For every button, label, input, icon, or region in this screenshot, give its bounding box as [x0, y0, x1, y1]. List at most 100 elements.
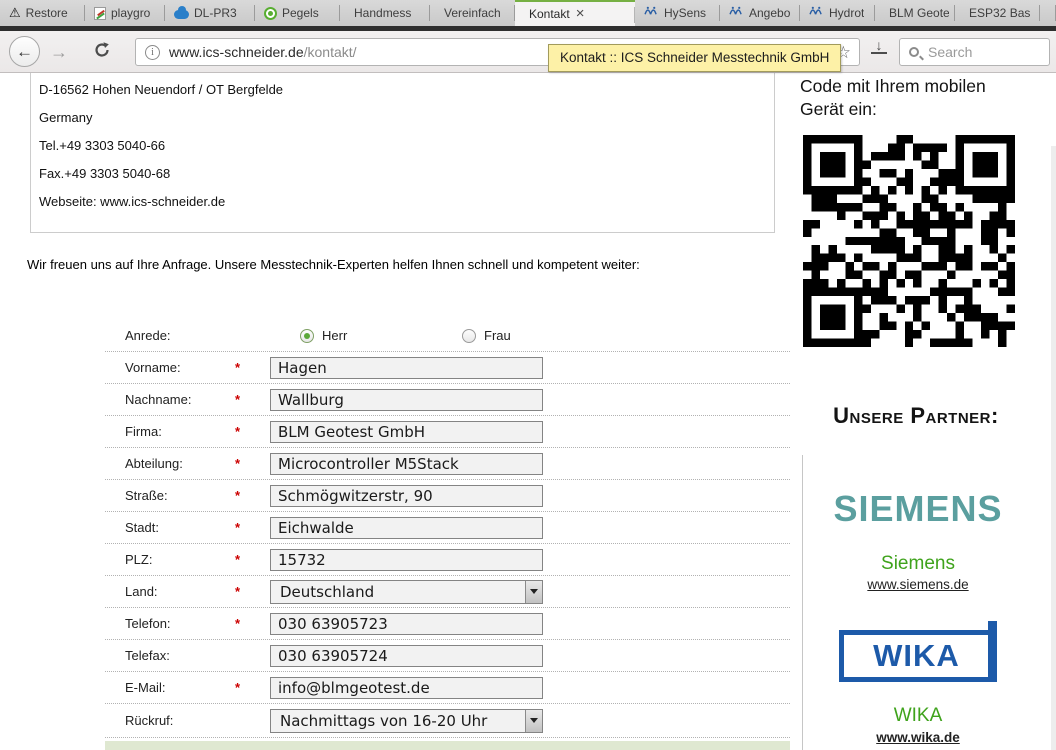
navigation-toolbar: ← → i www.ics-schneider.de/kontakt/ ☆ ↓ …: [0, 31, 1056, 73]
tab-label: Kontakt: [529, 7, 570, 21]
forward-arrow-icon: →: [50, 42, 68, 62]
form-footer-bar: [105, 741, 790, 750]
wika-logo-text: WIKA: [873, 638, 960, 674]
contact-info-box: D-16562 Hohen Neuendorf / OT Bergfelde G…: [30, 73, 775, 233]
tab-hysens[interactable]: HySens: [635, 0, 720, 26]
tab-label: ESP32 Bas: [969, 6, 1030, 20]
field-label: Straße:: [105, 488, 235, 503]
form-row-telefon: Telefon: *: [105, 608, 790, 640]
tab-angebo[interactable]: Angebo: [720, 0, 800, 26]
field-label: Telefax:: [105, 648, 235, 663]
tab-label: Restore: [26, 6, 68, 20]
back-button[interactable]: ←: [9, 36, 40, 67]
siemens-link[interactable]: Siemens: [803, 553, 1033, 575]
abteilung-field[interactable]: [270, 453, 543, 475]
url-path: /kontakt/: [304, 44, 357, 60]
qr-instruction-text: Code mit Ihrem mobilen Gerät ein:: [800, 75, 1010, 121]
tab-hydrot[interactable]: Hydrot: [800, 0, 875, 26]
ics-logo-icon: [729, 4, 744, 22]
required-marker: *: [235, 552, 270, 567]
field-label: Nachname:: [105, 392, 235, 407]
radio-herr-group[interactable]: Herr: [300, 328, 347, 343]
form-row-plz: PLZ: *: [105, 544, 790, 576]
tab-blm-geotest[interactable]: BLM Geote: [875, 0, 955, 26]
vertical-scrollbar[interactable]: [1051, 146, 1056, 750]
tab-label: Handmess: [354, 6, 411, 20]
radio-frau[interactable]: [462, 329, 476, 343]
required-marker: *: [235, 584, 270, 599]
firma-field[interactable]: [270, 421, 543, 443]
search-placeholder: Search: [928, 44, 972, 60]
radio-frau-group[interactable]: Frau: [462, 328, 511, 343]
tab-esp32[interactable]: ESP32 Bas: [955, 0, 1040, 26]
tab-close-icon[interactable]: ×: [576, 7, 585, 21]
reload-icon: [92, 40, 112, 60]
nachname-field[interactable]: [270, 389, 543, 411]
required-marker: *: [235, 520, 270, 535]
field-label: Anrede:: [105, 328, 235, 343]
qr-code: [803, 135, 1015, 347]
tab-pegels[interactable]: Pegels: [255, 0, 340, 26]
tab-label: DL-PR3: [194, 6, 237, 20]
tab-tooltip: Kontakt :: ICS Schneider Messtechnik Gmb…: [548, 44, 841, 72]
search-box[interactable]: Search: [899, 38, 1050, 66]
radio-frau-label: Frau: [484, 328, 511, 343]
tab-label: Hydrot: [829, 6, 864, 20]
contact-form: Anrede: Herr Frau Vorname: * Nachname:: [105, 320, 790, 750]
wika-logo[interactable]: WIKA: [839, 630, 994, 682]
tab-label: Angebo: [749, 6, 790, 20]
siemens-url-link[interactable]: www.siemens.de: [803, 577, 1033, 592]
wika-url-link[interactable]: www.wika.de: [803, 730, 1033, 745]
tab-dl-pr3[interactable]: DL-PR3: [165, 0, 255, 26]
land-select[interactable]: Deutschland: [270, 580, 543, 604]
telefax-field[interactable]: [270, 645, 543, 667]
rueckruf-select-value: Nachmittags von 16-20 Uhr: [280, 712, 487, 730]
tab-restore[interactable]: ⚠ Restore: [0, 0, 85, 26]
ics-logo-icon: [644, 4, 659, 22]
telefon-field[interactable]: [270, 613, 543, 635]
field-label: Rückruf:: [105, 713, 235, 728]
chevron-down-icon[interactable]: [525, 710, 542, 732]
tab-kontakt-active[interactable]: Kontakt ×: [515, 0, 635, 26]
required-marker: *: [235, 488, 270, 503]
form-row-strasse: Straße: *: [105, 480, 790, 512]
contact-fax: Fax.+49 3303 5040-68: [39, 160, 774, 188]
siemens-logo[interactable]: SIEMENS: [803, 488, 1033, 530]
tab-partial[interactable]: [1040, 0, 1056, 26]
contact-website: Webseite: www.ics-schneider.de: [39, 188, 774, 216]
email-field[interactable]: [270, 677, 543, 699]
url-text: www.ics-schneider.de/kontakt/: [169, 44, 357, 60]
form-row-rueckruf: Rückruf: Nachmittags von 16-20 Uhr: [105, 704, 790, 738]
rueckruf-select[interactable]: Nachmittags von 16-20 Uhr: [270, 709, 543, 733]
form-row-land: Land: * Deutschland: [105, 576, 790, 608]
field-label: Telefon:: [105, 616, 235, 631]
wika-link[interactable]: WIKA: [803, 705, 1033, 727]
field-label: Firma:: [105, 424, 235, 439]
intro-text: Wir freuen uns auf Ihre Anfrage. Unsere …: [27, 257, 640, 272]
partner-box: SIEMENS Siemens www.siemens.de WIKA WIKA…: [802, 455, 1032, 750]
tab-vereinfach[interactable]: Vereinfach: [430, 0, 515, 26]
browser-window: ⚠ Restore playgro DL-PR3 Pegels Handmess…: [0, 0, 1056, 750]
tab-bar: ⚠ Restore playgro DL-PR3 Pegels Handmess…: [0, 0, 1056, 26]
tab-label: playgro: [111, 6, 150, 20]
strasse-field[interactable]: [270, 485, 543, 507]
stadt-field[interactable]: [270, 517, 543, 539]
tab-label: HySens: [664, 6, 706, 20]
radio-herr[interactable]: [300, 329, 314, 343]
plz-field[interactable]: [270, 549, 543, 571]
tab-handmess[interactable]: Handmess: [340, 0, 430, 26]
field-label: Land:: [105, 584, 235, 599]
required-marker: *: [235, 424, 270, 439]
info-icon[interactable]: i: [145, 45, 160, 60]
chevron-down-icon[interactable]: [525, 581, 542, 603]
tab-label: BLM Geote: [889, 6, 949, 20]
contact-address: D-16562 Hohen Neuendorf / OT Bergfelde: [39, 76, 774, 104]
back-arrow-icon: ←: [16, 42, 33, 62]
contact-country: Germany: [39, 104, 774, 132]
reload-button[interactable]: [92, 40, 112, 65]
form-row-abteilung: Abteilung: *: [105, 448, 790, 480]
tab-playground[interactable]: playgro: [85, 0, 165, 26]
vorname-field[interactable]: [270, 357, 543, 379]
forward-button[interactable]: →: [50, 42, 68, 63]
downloads-button[interactable]: ↓: [871, 39, 887, 54]
